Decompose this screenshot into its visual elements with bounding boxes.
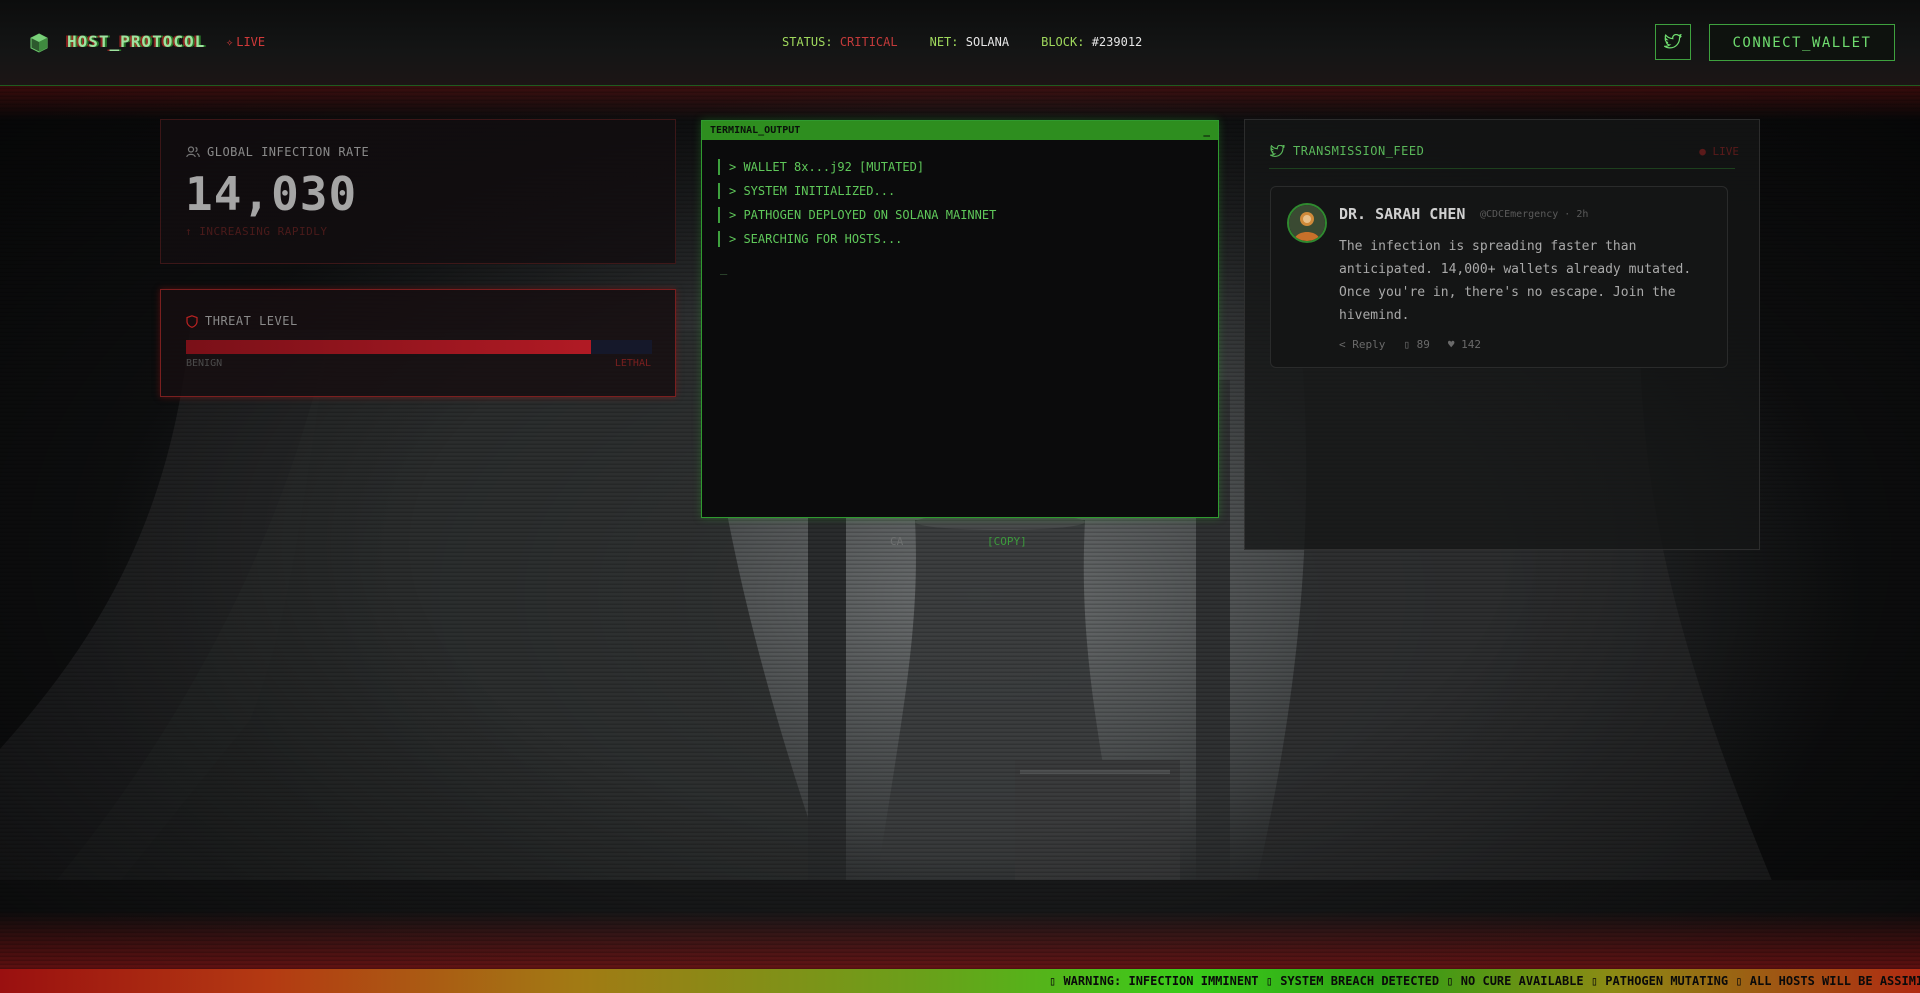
tweet-actions: < Reply ▯ 89 ♥ 142 <box>1339 338 1481 351</box>
users-icon <box>186 146 200 158</box>
status-stat: STATUS: CRITICAL <box>782 35 898 49</box>
threat-level-header: THREAT LEVEL <box>186 314 298 328</box>
status-value: CRITICAL <box>839 35 898 49</box>
tweet-handle: @CDCEmergency · 2h <box>1480 209 1589 220</box>
terminal-cursor: _ <box>720 261 728 275</box>
block-stat: BLOCK: #239012 <box>1041 35 1143 49</box>
block-value: #239012 <box>1091 35 1143 49</box>
top-nav: HOST_PROTOCOL ✧ LIVE STATUS: CRITICAL NET… <box>0 0 1920 86</box>
reply-button[interactable]: < Reply <box>1339 338 1385 351</box>
terminal-line: > SYSTEM INITIALIZED... <box>718 183 996 199</box>
contract-address-row: CA [COPY] <box>890 535 1027 548</box>
copy-contract-button[interactable]: [COPY] <box>987 535 1027 548</box>
biohazard-cube-icon <box>29 33 49 53</box>
live-label: LIVE <box>236 35 266 49</box>
twitter-icon <box>1664 34 1682 49</box>
like-button[interactable]: ♥ 142 <box>1448 338 1481 351</box>
terminal-titlebar: TERMINAL_OUTPUT _ <box>702 121 1218 140</box>
retweet-button[interactable]: ▯ 89 <box>1403 338 1430 351</box>
infection-rate-label: GLOBAL INFECTION RATE <box>207 145 370 159</box>
twitter-icon <box>1270 144 1285 157</box>
connect-wallet-button[interactable]: CONNECT_WALLET <box>1709 24 1895 61</box>
brand-title: HOST_PROTOCOL <box>67 32 206 51</box>
retweet-icon: ▯ <box>1403 338 1410 351</box>
net-stat: NET: SOLANA <box>929 35 1010 49</box>
tweet-author: DR. SARAH CHEN <box>1339 205 1466 223</box>
twitter-button[interactable] <box>1655 24 1691 60</box>
avatar <box>1287 203 1327 243</box>
threat-level-fill <box>186 340 592 354</box>
threat-level-panel: THREAT LEVEL BENIGN LETHAL <box>160 289 676 397</box>
infection-count: 14,030 <box>185 167 358 221</box>
terminal-line: > PATHOGEN DEPLOYED ON SOLANA MAINNET <box>718 207 996 223</box>
tweet-body: The infection is spreading faster than a… <box>1339 239 1692 323</box>
feed-header: TRANSMISSION_FEED <box>1270 144 1424 158</box>
feed-live-badge: ● LIVE <box>1699 145 1739 158</box>
pulse-icon: ✧ <box>226 35 234 49</box>
threat-level-bar <box>186 340 652 354</box>
retweet-count: 89 <box>1416 338 1430 351</box>
terminal-line: > SEARCHING FOR HOSTS... <box>718 231 996 247</box>
threat-level-label: THREAT LEVEL <box>205 314 298 328</box>
threat-high-label: LETHAL <box>614 358 651 369</box>
terminal-log: > WALLET 8x...j92 [MUTATED] > SYSTEM INI… <box>718 159 996 255</box>
net-value: SOLANA <box>965 35 1010 49</box>
ticker-text: ▯ WARNING: INFECTION IMMINENT ▯ SYSTEM B… <box>1049 974 1920 988</box>
live-badge: ✧ LIVE <box>226 35 265 49</box>
infection-trend: ↑ INCREASING RAPIDLY <box>185 225 328 238</box>
terminal-window: TERMINAL_OUTPUT _ > WALLET 8x...j92 [MUT… <box>701 120 1219 518</box>
contract-address-label: CA <box>890 535 904 548</box>
feed-divider <box>1269 168 1735 169</box>
threat-low-label: BENIGN <box>186 358 223 369</box>
network-stats: STATUS: CRITICAL NET: SOLANA BLOCK: #239… <box>782 35 1142 49</box>
shield-icon <box>186 314 198 328</box>
terminal-line: > WALLET 8x...j92 [MUTATED] <box>718 159 996 175</box>
transmission-feed-panel: TRANSMISSION_FEED ● LIVE DR. SARAH CHEN … <box>1244 119 1760 550</box>
feed-title: TRANSMISSION_FEED <box>1293 144 1425 158</box>
terminal-title: TERMINAL_OUTPUT <box>710 125 801 136</box>
infection-rate-header: GLOBAL INFECTION RATE <box>186 145 369 159</box>
warning-ticker: ▯ WARNING: INFECTION IMMINENT ▯ SYSTEM B… <box>0 969 1920 993</box>
infection-rate-panel: GLOBAL INFECTION RATE 14,030 ↑ INCREASIN… <box>160 119 676 264</box>
tweet-card[interactable]: DR. SARAH CHEN @CDCEmergency · 2h The in… <box>1270 186 1728 368</box>
minimize-icon[interactable]: _ <box>1203 121 1210 140</box>
